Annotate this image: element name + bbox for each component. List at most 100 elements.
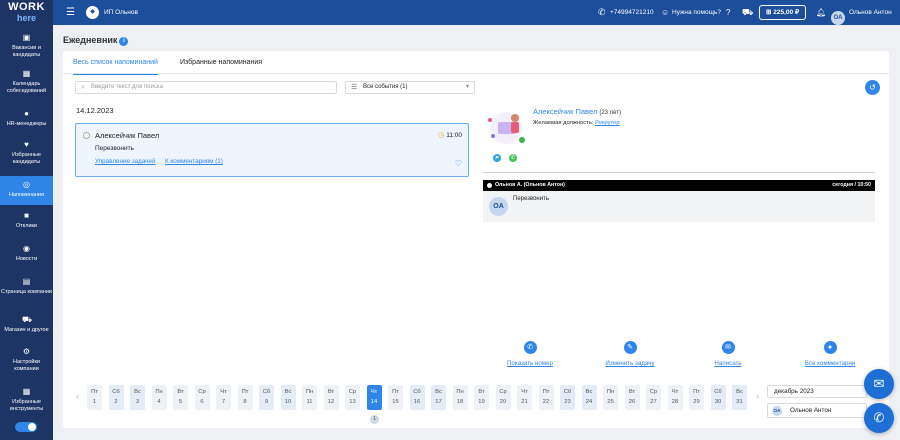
call-button[interactable]: ✆ xyxy=(864,403,894,433)
day-weekday: Ср xyxy=(348,389,357,395)
user-name[interactable]: Ольнов Антон xyxy=(849,0,892,25)
sidebar-item-hr[interactable]: ● HR-менеджеры xyxy=(0,110,53,128)
day-cell[interactable]: Сб 23 xyxy=(560,385,575,410)
day-number: 29 xyxy=(693,399,700,405)
chat-support-button[interactable]: ✉ xyxy=(864,369,894,399)
sidebar-item-vacancies[interactable]: ▣ Вакансии и кандидаты xyxy=(0,34,53,58)
favorite-heart-icon[interactable]: ♡ xyxy=(455,159,462,168)
theme-toggle[interactable] xyxy=(15,422,37,432)
balance-button[interactable]: ⊞ 225,00 ₽ xyxy=(759,5,807,20)
day-weekday: Пт xyxy=(542,389,550,395)
help-link[interactable]: Нужна помощь? xyxy=(672,0,721,25)
day-cell[interactable]: Сб 16 xyxy=(409,385,425,410)
day-cell[interactable]: Вт 26 xyxy=(624,385,640,410)
manage-task-link[interactable]: Управление задачей xyxy=(95,158,155,165)
info-icon[interactable]: i xyxy=(119,37,129,46)
day-cell[interactable]: Пт 1 xyxy=(87,385,102,410)
day-weekday: Чт xyxy=(220,389,227,395)
comment-text: Перезвонить xyxy=(513,196,549,202)
day-cell[interactable]: Чт 28 xyxy=(667,385,683,410)
all-comments-button[interactable]: ● Все комментарии xyxy=(790,341,870,367)
comment-header: Ольнов А. (Ольнов Антон) сегодня / 10:50 xyxy=(483,180,875,191)
heart-icon: ♥ xyxy=(24,140,29,149)
day-weekday: Ср xyxy=(198,389,206,395)
whatsapp-icon[interactable]: ✆ xyxy=(509,154,517,162)
telegram-icon[interactable]: ➤ xyxy=(493,154,501,162)
day-cell[interactable]: Ср 13 xyxy=(345,385,360,410)
day-number: 5 xyxy=(178,399,183,405)
logo[interactable]: WORK here xyxy=(0,0,53,25)
day-weekday: Пн xyxy=(456,389,464,395)
write-button[interactable]: ✉ Написать xyxy=(688,341,768,367)
day-cell[interactable]: Пт 8 xyxy=(237,385,253,410)
day-weekday: Пт xyxy=(241,389,249,395)
user-filter-select[interactable]: OA Ольнов Антон xyxy=(767,403,867,418)
menu-icon[interactable]: ☰ xyxy=(66,0,75,25)
reminder-complete-radio[interactable] xyxy=(83,132,90,139)
day-weekday: Ср xyxy=(499,389,507,395)
day-cell[interactable]: Вт 5 xyxy=(173,385,188,410)
question-icon[interactable]: ? xyxy=(726,0,730,25)
sidebar-item-calendar[interactable]: ▦ Календарь собеседований xyxy=(0,70,53,94)
chevron-left-icon[interactable]: ‹ xyxy=(76,391,79,401)
day-cell[interactable]: Ср 20 xyxy=(495,385,511,410)
day-cell[interactable]: Чт 14 xyxy=(366,385,382,410)
month-select[interactable]: декабрь 2023 xyxy=(767,385,867,398)
day-cell[interactable]: Сб 30 xyxy=(710,385,726,410)
cart-icon: ⛟ xyxy=(22,315,33,324)
list-icon: ☰ xyxy=(351,84,358,91)
candidate-age: (23 лет) xyxy=(599,110,622,116)
day-cell[interactable]: Пт 15 xyxy=(388,385,403,410)
day-cell[interactable]: Пн 25 xyxy=(603,385,618,410)
day-weekday: Вт xyxy=(327,389,335,395)
user-menu[interactable]: OA xyxy=(831,5,845,25)
chevron-right-icon[interactable]: › xyxy=(756,391,759,401)
day-cell[interactable]: Сб 9 xyxy=(259,385,274,410)
company-name[interactable]: ИП Ольнов xyxy=(104,0,138,25)
history-button[interactable]: ↺ xyxy=(865,80,880,95)
edit-task-button[interactable]: ✎ Изменить задачу xyxy=(590,341,670,367)
day-cell[interactable]: Чт 7 xyxy=(216,385,231,410)
sidebar-item-responses[interactable]: ■ Отклики xyxy=(0,212,53,230)
day-cell[interactable]: Пт 29 xyxy=(689,385,704,410)
search-input[interactable]: ⌕ Введите текст для поиска xyxy=(75,81,337,94)
avatar: OA xyxy=(831,11,845,25)
sidebar-item-tools[interactable]: ▦ Избранные инструменты xyxy=(0,388,53,412)
day-cell[interactable]: Вт 12 xyxy=(323,385,339,410)
day-cell[interactable]: Ср 27 xyxy=(646,385,661,410)
sidebar-item-shop[interactable]: ⛟ Магазин и другое xyxy=(0,316,53,334)
day-cell[interactable]: Чт 21 xyxy=(517,385,532,410)
reminder-candidate-name[interactable]: Алексейчик Павел xyxy=(95,131,159,140)
day-cell[interactable]: Вс 10 xyxy=(280,385,296,410)
phone-number[interactable]: +74994721210 xyxy=(610,0,654,25)
day-cell[interactable]: Вт 19 xyxy=(474,385,489,410)
day-number: 28 xyxy=(671,399,679,405)
day-cell[interactable]: Пн 11 xyxy=(302,385,317,410)
day-cell[interactable]: Вс 24 xyxy=(581,385,597,410)
comments-link[interactable]: К комментариям (1) xyxy=(165,158,223,165)
day-cell[interactable]: Пн 4 xyxy=(151,385,167,410)
candidate-name[interactable]: Алексейчик Павел (23 лет) xyxy=(533,107,621,116)
sidebar-item-settings[interactable]: ⚙ Настройки компании xyxy=(0,348,53,372)
event-filter-select[interactable]: ☰ Все события (1) ▾ xyxy=(345,81,475,94)
show-number-button[interactable]: ✆ Показать номер xyxy=(490,341,570,367)
day-cell[interactable]: Пт 22 xyxy=(538,385,554,410)
sidebar-item-favorites[interactable]: ♥ Избранные кандидаты xyxy=(0,141,53,165)
sidebar-item-company-page[interactable]: ▤ Страница компании xyxy=(0,278,53,296)
day-cell[interactable]: Пн 18 xyxy=(452,385,468,410)
sidebar-item-reminders[interactable]: ◎ Напоминания xyxy=(0,176,53,205)
bell-icon[interactable]: 🔔︎ xyxy=(816,0,826,25)
reminder-card[interactable]: Алексейчик Павел ◷ 11:00 Перезвонить Упр… xyxy=(75,123,469,177)
day-cell[interactable]: Вс 31 xyxy=(732,385,747,410)
sidebar-item-news[interactable]: ◉ Новости xyxy=(0,245,53,263)
day-weekday: Вт xyxy=(628,389,636,395)
write-label: Написать xyxy=(714,360,742,367)
day-cell[interactable]: Вс 3 xyxy=(130,385,145,410)
day-cell[interactable]: Сб 2 xyxy=(108,385,124,410)
position-link[interactable]: Рекрутер xyxy=(595,120,619,126)
sidebar-item-label: Магазин и другое xyxy=(4,327,49,333)
day-cell[interactable]: Вс 17 xyxy=(431,385,446,410)
day-weekday: Вс xyxy=(585,389,593,395)
day-cell[interactable]: Ср 6 xyxy=(194,385,210,410)
cart-icon[interactable]: ⛟ xyxy=(742,0,753,25)
